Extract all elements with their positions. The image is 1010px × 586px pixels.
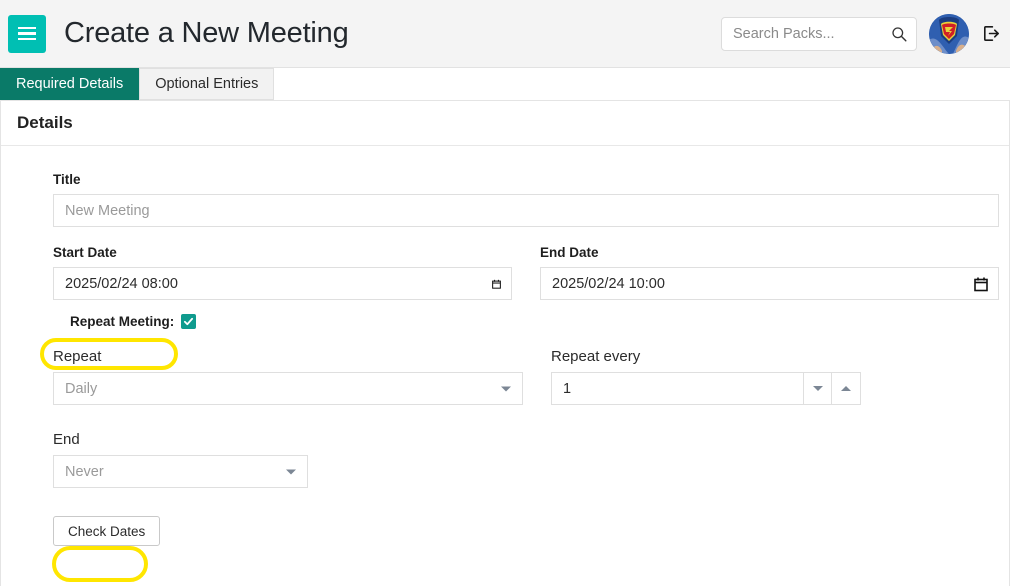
panel-heading: Details: [17, 113, 73, 132]
repeat-meeting-label: Repeat Meeting:: [70, 314, 175, 329]
start-date-input[interactable]: 2025/02/24 08:00: [53, 267, 512, 300]
meeting-form: Title Start Date 2025/02/24 08:00: [1, 146, 1009, 546]
hamburger-icon-bar: [18, 26, 36, 30]
stepper-increment-button[interactable]: [832, 372, 861, 405]
page-title: Create a New Meeting: [64, 17, 349, 49]
search-box[interactable]: [721, 16, 917, 51]
chevron-down-icon: [812, 386, 823, 391]
repeat-select[interactable]: Daily: [53, 372, 523, 405]
start-date-field: Start Date 2025/02/24 08:00: [53, 245, 512, 300]
title-label: Title: [53, 172, 81, 187]
check-dates-row: Check Dates: [53, 516, 999, 546]
stepper-decrement-button[interactable]: [803, 372, 832, 405]
tab-label: Optional Entries: [155, 76, 259, 92]
repeat-selected-value: Daily: [65, 380, 98, 397]
end-selected-value: Never: [65, 463, 104, 480]
app-header: Create a New Meeting: [0, 0, 1010, 68]
end-row: End Never: [53, 431, 999, 488]
end-field: End Never: [53, 431, 308, 488]
check-dates-button[interactable]: Check Dates: [53, 516, 161, 546]
check-icon: [184, 317, 194, 326]
start-date-label: Start Date: [53, 245, 117, 260]
title-field: Title: [53, 172, 999, 227]
tab-label: Required Details: [16, 76, 124, 92]
hamburger-icon-bar: [18, 37, 36, 41]
end-date-field: End Date 2025/02/24 10:00: [540, 245, 999, 300]
tab-optional-entries[interactable]: Optional Entries: [139, 68, 275, 100]
dates-row: Start Date 2025/02/24 08:00 End Date 202…: [53, 245, 999, 300]
end-date-input[interactable]: 2025/02/24 10:00: [540, 267, 999, 300]
tab-required-details[interactable]: Required Details: [0, 68, 140, 100]
title-input[interactable]: [65, 195, 987, 226]
start-date-value: 2025/02/24 08:00: [65, 275, 178, 292]
header-actions: [721, 13, 1000, 54]
title-row: Title: [53, 172, 999, 227]
repeat-row: Repeat Daily Repeat every 1: [53, 348, 999, 405]
chevron-down-icon: [286, 469, 296, 474]
calendar-icon[interactable]: [974, 276, 988, 291]
panel-header: Details: [1, 101, 1009, 146]
details-panel: Details Title Start Date 2025/02/24 08:0…: [0, 100, 1010, 586]
repeat-field: Repeat Daily: [53, 348, 523, 405]
repeat-every-stepper[interactable]: 1: [551, 372, 861, 405]
hamburger-icon-bar: [18, 32, 36, 35]
chevron-up-icon: [841, 386, 851, 391]
repeat-meeting-row[interactable]: Repeat Meeting:: [61, 309, 205, 334]
repeat-meeting-checkbox[interactable]: [181, 314, 197, 329]
repeat-every-field: Repeat every 1: [551, 348, 861, 405]
repeat-every-label: Repeat every: [551, 348, 641, 365]
repeat-label: Repeat: [53, 348, 102, 365]
logout-icon[interactable]: [981, 24, 1000, 43]
tab-bar: Required Details Optional Entries: [0, 68, 1010, 100]
chevron-down-icon: [501, 386, 511, 391]
end-date-label: End Date: [540, 245, 599, 260]
repeat-every-value[interactable]: 1: [551, 372, 803, 405]
end-label: End: [53, 431, 80, 448]
hamburger-menu-button[interactable]: [8, 14, 46, 53]
title-input-wrap[interactable]: [53, 194, 999, 227]
end-date-value: 2025/02/24 10:00: [552, 275, 665, 292]
end-select[interactable]: Never: [53, 455, 308, 488]
avatar[interactable]: [929, 13, 969, 54]
superman-avatar-image: [929, 13, 969, 54]
calendar-icon[interactable]: [492, 276, 501, 291]
search-input[interactable]: [722, 17, 916, 50]
